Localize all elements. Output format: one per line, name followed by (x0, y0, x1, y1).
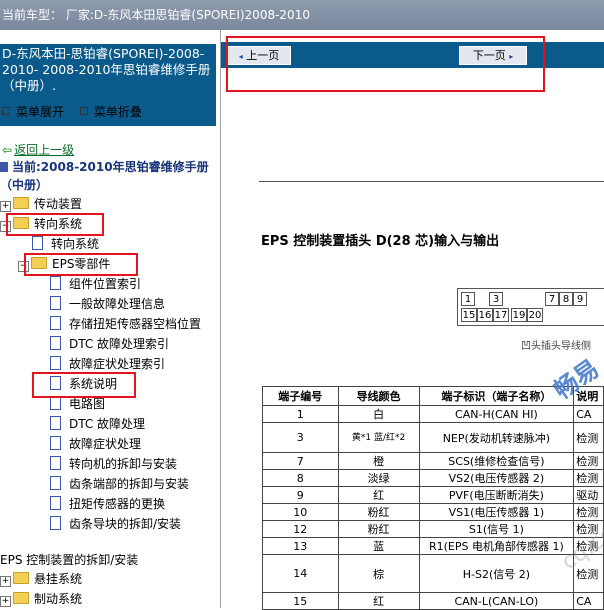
collapse-all-button[interactable]: 菜单折叠 (78, 105, 142, 119)
pin-cell: 19 (511, 308, 527, 322)
document-icon (50, 416, 61, 430)
pin-cell: 8 (559, 292, 573, 306)
tree-doc-gearbox-removal[interactable]: 转向机的拆卸与安装 (50, 456, 177, 472)
folder-icon (13, 197, 29, 209)
table-row: 10 粉红 VS1(电压传感器 1) 检测 (262, 503, 604, 521)
expand-all-button[interactable]: 菜单展开 (0, 105, 64, 119)
table-row: 8 淡绿 VS2(电压传感器 2) 检测 (262, 469, 604, 487)
table-row: 1白 CAN-H(CAN HI) CA (262, 405, 604, 423)
document-icon (50, 356, 61, 370)
document-icon (50, 276, 61, 290)
tree-doc-symptom-troubleshooting[interactable]: 故障症状处理 (50, 436, 141, 452)
current-location: 当前:2008-2010年思铂睿维修手册（中册） (0, 160, 209, 192)
table-row: 15 红 CAN-L(CAN-LO) CA (262, 592, 604, 610)
top-bar: 当前车型： 厂家:D-东风本田思铂睿(SPOREI)2008-2010 (0, 0, 604, 30)
back-link[interactable]: ⇦ 返回上一级 (2, 141, 74, 158)
tree-doc-torque-sensor-neutral[interactable]: 存储扭矩传感器空档位置 (50, 316, 201, 332)
table-row: 14 棕 H-S2(信号 2) 检测 (262, 554, 604, 593)
highlight-box-eps-parts (24, 253, 138, 276)
highlight-box-system-description (32, 372, 136, 398)
pin-cell: 17 (493, 308, 509, 322)
sidebar: D-东风本田-思铂睿(SPOREI)-2008-2010- 2008-2010年… (0, 30, 221, 608)
folder-icon (13, 572, 29, 584)
table-row: 9红 PVF(电压断断消失) 驱动 (262, 486, 604, 504)
highlight-box-steering (6, 213, 104, 236)
pin-cell: 20 (527, 308, 543, 322)
tree-folder-brakes[interactable]: + 制动系统 (0, 591, 82, 607)
tree-folder-transmission[interactable]: + 传动装置 (0, 196, 82, 212)
document-icon (50, 316, 61, 330)
pin-cell: 15 (461, 308, 477, 322)
divider (259, 181, 604, 182)
back-arrow-icon: ⇦ (2, 143, 13, 157)
square-icon (79, 107, 88, 115)
document-icon (50, 436, 61, 450)
tree-doc-eps-control-removal[interactable]: EPS 控制装置的拆卸/安装 (0, 552, 138, 568)
content-area: ◂ 上一页 下一页 ▸ EPS 控制装置插头 D(28 芯)输入与输出 1 3 … (221, 30, 604, 610)
pin-cell: 16 (477, 308, 493, 322)
pin-cell: 3 (489, 292, 503, 306)
table-header-row: 端子编号 导线颜色 端子标识（端子名称） 说明 (262, 386, 604, 406)
tree-doc-steering-system[interactable]: 转向系统 (32, 236, 99, 252)
table-row: 3 黄*1 蓝/红*2 NEP(发动机转速脉冲) 检测 (262, 422, 604, 453)
table-row: 7橙 SCS(维修检查信号) 检测 (262, 452, 604, 470)
terminal-table: 端子编号 导线颜色 端子标识（端子名称） 说明 1白 CAN-H(CAN HI)… (262, 386, 604, 610)
document-icon (50, 516, 61, 530)
table-row: 13 蓝 R1(EPS 电机角部传感器 1) 检测 (262, 537, 604, 555)
menu-controls: 菜单展开 菜单折叠 (0, 103, 142, 120)
section-title: EPS 控制装置插头 D(28 芯)输入与输出 (261, 234, 500, 249)
document-icon (50, 296, 61, 310)
tree-doc-general-troubleshooting[interactable]: 一般故障处理信息 (50, 296, 165, 312)
expand-icon[interactable]: + (0, 201, 11, 212)
document-icon (50, 496, 61, 510)
document-icon (32, 236, 43, 250)
pin-cell: 1 (461, 292, 475, 306)
tree-doc-circuit-diagram[interactable]: 电路图 (50, 396, 105, 412)
tree-doc-torque-sensor-replace[interactable]: 扭矩传感器的更换 (50, 496, 165, 512)
pin-cell: 9 (573, 292, 587, 306)
column-header: 导线颜色 (337, 386, 420, 406)
expand-icon[interactable]: + (0, 596, 11, 607)
folder-icon (13, 592, 29, 604)
document-icon (50, 336, 61, 350)
document-icon (50, 456, 61, 470)
table-row: 12 粉红 S1(信号 1) 检测 (262, 520, 604, 538)
expand-icon[interactable]: + (0, 576, 11, 587)
tree-doc-dtc-index[interactable]: DTC 故障处理索引 (50, 336, 169, 352)
current-vehicle-label: 当前车型： 厂家:D-东风本田思铂睿(SPOREI)2008-2010 (2, 8, 310, 22)
document-icon (50, 476, 61, 490)
square-icon (2, 107, 10, 115)
highlight-box-page-nav (226, 36, 545, 92)
tree-doc-rack-end-removal[interactable]: 齿条端部的拆卸与安装 (50, 476, 189, 492)
tree-doc-component-index[interactable]: 组件位置索引 (50, 276, 141, 292)
column-header: 端子编号 (262, 386, 339, 406)
document-icon (50, 396, 61, 410)
tree-doc-symptom-index[interactable]: 故障症状处理索引 (50, 356, 165, 372)
tree-folder-suspension[interactable]: + 悬挂系统 (0, 571, 82, 587)
connector-caption: 凹头插头导线侧 (521, 341, 591, 352)
tree-doc-rack-guide-removal[interactable]: 齿条导块的拆卸/安装 (50, 516, 181, 532)
pin-cell: 7 (545, 292, 559, 306)
tree-doc-dtc-troubleshooting[interactable]: DTC 故障处理 (50, 416, 145, 432)
book-icon (0, 162, 8, 172)
column-header: 端子标识（端子名称） (418, 386, 575, 406)
